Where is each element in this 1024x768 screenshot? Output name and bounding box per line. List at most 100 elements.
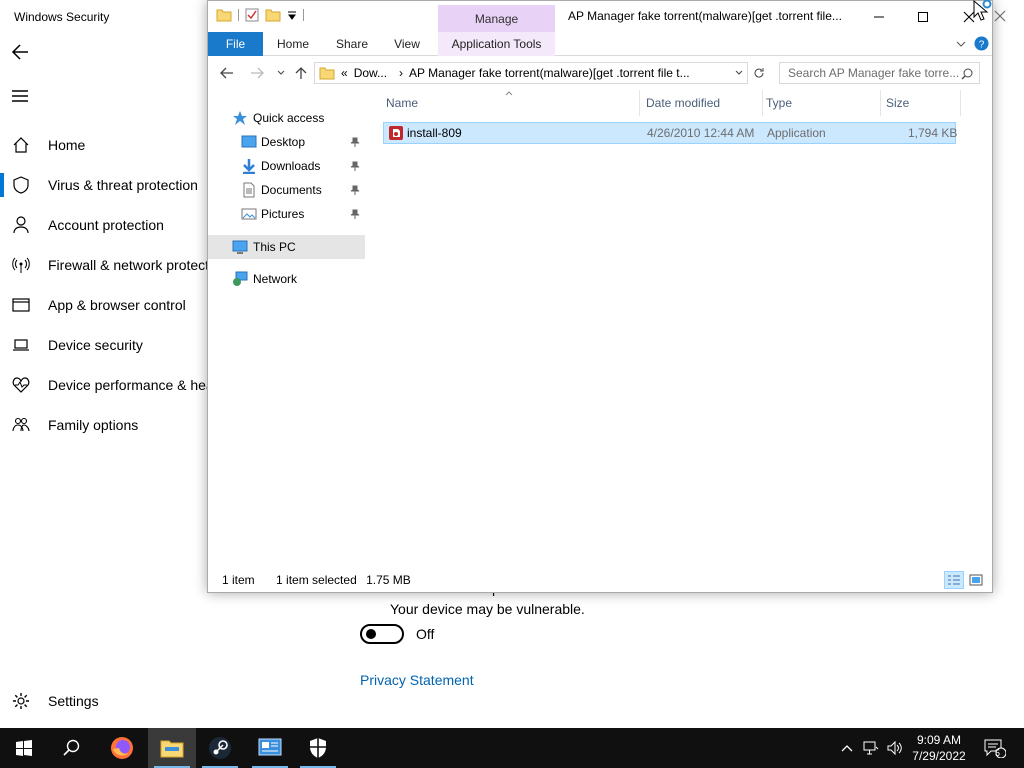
nav-home-label: Home xyxy=(48,137,86,153)
minimize-button[interactable] xyxy=(856,1,902,32)
control-panel-taskbar-button[interactable] xyxy=(246,728,294,768)
tab-application-tools[interactable]: Application Tools xyxy=(438,32,555,56)
shield-icon xyxy=(13,176,29,194)
back-arrow-icon[interactable] xyxy=(10,40,32,64)
nav-family-label: Family options xyxy=(48,417,139,433)
manage-contextual-tab[interactable]: Manage xyxy=(438,5,555,32)
network-icon xyxy=(233,271,248,286)
large-icons-view-button[interactable] xyxy=(966,571,986,589)
pin-icon[interactable] xyxy=(350,137,360,147)
nav-device-security-label: Device security xyxy=(48,337,143,353)
cloud-protection-toggle[interactable] xyxy=(360,624,404,644)
hamburger-menu-icon[interactable] xyxy=(10,86,32,106)
column-header-name[interactable]: Name xyxy=(383,90,640,116)
chevron-up-icon xyxy=(841,745,853,752)
forward-button[interactable] xyxy=(248,64,266,82)
laptop-icon xyxy=(13,339,29,351)
ribbon-tabs: File Home Share View Application Tools ? xyxy=(208,32,992,56)
up-arrow-icon xyxy=(295,67,307,79)
file-size: 1,794 KB xyxy=(908,126,958,140)
customize-dropdown-icon[interactable] xyxy=(287,9,297,21)
desktop-icon xyxy=(241,135,257,148)
search-taskbar-button[interactable] xyxy=(48,728,96,768)
nav-home[interactable]: Home xyxy=(0,125,210,165)
steam-taskbar-button[interactable] xyxy=(196,728,244,768)
family-icon xyxy=(12,417,30,432)
nav-firewall[interactable]: Firewall & network protection xyxy=(0,245,228,285)
windows-security-taskbar-button[interactable] xyxy=(294,728,342,768)
breadcrumb-current-folder[interactable]: AP Manager fake torrent(malware)[get .to… xyxy=(409,66,690,80)
address-bar[interactable]: « Dow... › AP Manager fake torrent(malwa… xyxy=(314,62,748,84)
nav-app-browser[interactable]: App & browser control xyxy=(0,285,210,325)
nav-settings-item[interactable]: Settings xyxy=(0,681,210,721)
network-tray-button[interactable] xyxy=(860,728,882,768)
expand-ribbon-icon[interactable] xyxy=(956,40,966,48)
nav-account-protection[interactable]: Account protection xyxy=(0,205,210,245)
taskbar-clock[interactable]: 9:09 AM 7/29/2022 xyxy=(900,732,978,764)
privacy-statement-link[interactable]: Privacy Statement xyxy=(360,672,474,688)
minimize-icon xyxy=(874,16,884,17)
nav-account-label: Account protection xyxy=(48,217,164,233)
tree-item-network[interactable]: Network xyxy=(208,267,365,291)
tab-file[interactable]: File xyxy=(208,32,263,56)
pin-icon[interactable] xyxy=(350,161,360,171)
breadcrumb-overflow[interactable]: « xyxy=(341,66,348,80)
pin-icon[interactable] xyxy=(350,209,360,219)
column-header-type[interactable]: Type xyxy=(763,90,881,116)
application-file-icon xyxy=(389,126,403,140)
file-row[interactable]: install-809 4/26/2010 12:44 AM Applicati… xyxy=(383,122,958,144)
tree-item-downloads[interactable]: Downloads xyxy=(208,154,365,178)
new-folder-icon[interactable] xyxy=(265,8,281,22)
back-button[interactable] xyxy=(218,64,236,82)
help-icon[interactable]: ? xyxy=(974,36,989,51)
nav-family-options[interactable]: Family options xyxy=(0,405,210,445)
breadcrumb-downloads[interactable]: Dow... xyxy=(354,66,387,80)
nav-settings-label: Settings xyxy=(48,693,99,709)
forward-icon xyxy=(251,67,264,79)
nav-settings[interactable]: Settings xyxy=(0,681,210,721)
recent-locations-button[interactable] xyxy=(272,64,290,82)
address-dropdown-icon[interactable] xyxy=(735,70,743,76)
nav-device-performance[interactable]: Device performance & health xyxy=(0,365,229,405)
tab-share[interactable]: Share xyxy=(328,32,376,56)
tree-item-pictures[interactable]: Pictures xyxy=(208,202,365,226)
details-view-button[interactable] xyxy=(944,571,964,589)
up-button[interactable] xyxy=(292,64,310,82)
start-button[interactable] xyxy=(0,728,48,768)
nav-virus-threat-protection[interactable]: Virus & threat protection xyxy=(0,165,210,205)
nav-virus-label: Virus & threat protection xyxy=(48,177,198,193)
tree-item-documents[interactable]: Documents xyxy=(208,178,365,202)
file-name: install-809 xyxy=(407,126,462,140)
firefox-taskbar-button[interactable] xyxy=(98,728,146,768)
nav-device-security[interactable]: Device security xyxy=(0,325,210,365)
column-header-date[interactable]: Date modified xyxy=(643,90,763,116)
action-center-button[interactable]: 5 xyxy=(980,728,1010,768)
tree-item-this-pc[interactable]: This PC xyxy=(208,235,365,259)
properties-icon[interactable] xyxy=(245,8,259,22)
column-header-size[interactable]: Size xyxy=(883,90,961,116)
status-selected-size: 1.75 MB xyxy=(366,573,411,587)
steam-icon xyxy=(209,737,231,759)
tab-view[interactable]: View xyxy=(384,32,430,56)
file-explorer-taskbar-button[interactable] xyxy=(148,728,196,768)
download-arrow-icon xyxy=(243,159,255,174)
search-input[interactable]: Search AP Manager fake torre... xyxy=(779,62,980,84)
status-item-count: 1 item xyxy=(222,573,255,587)
tree-label-downloads: Downloads xyxy=(261,159,321,173)
explorer-titlebar: Manage AP Manager fake torrent(malware)[… xyxy=(208,1,992,32)
security-close-icon[interactable] xyxy=(994,10,1006,22)
show-hidden-icons-button[interactable] xyxy=(836,728,858,768)
tab-home[interactable]: Home xyxy=(268,32,318,56)
navigation-pane: Quick access Desktop Downloads Documents… xyxy=(208,90,373,560)
nav-app-browser-label: App & browser control xyxy=(48,297,186,313)
tree-item-desktop[interactable]: Desktop xyxy=(208,130,365,154)
tree-item-quick-access[interactable]: Quick access xyxy=(208,106,365,130)
maximize-button[interactable] xyxy=(900,1,946,32)
column-name-label: Name xyxy=(386,96,419,110)
security-nav: Home Virus & threat protection Account p… xyxy=(0,125,229,445)
windows-logo-icon xyxy=(16,740,32,756)
search-icon xyxy=(961,68,973,80)
refresh-button[interactable] xyxy=(750,64,768,82)
pin-icon[interactable] xyxy=(350,185,360,195)
back-icon xyxy=(220,67,233,79)
